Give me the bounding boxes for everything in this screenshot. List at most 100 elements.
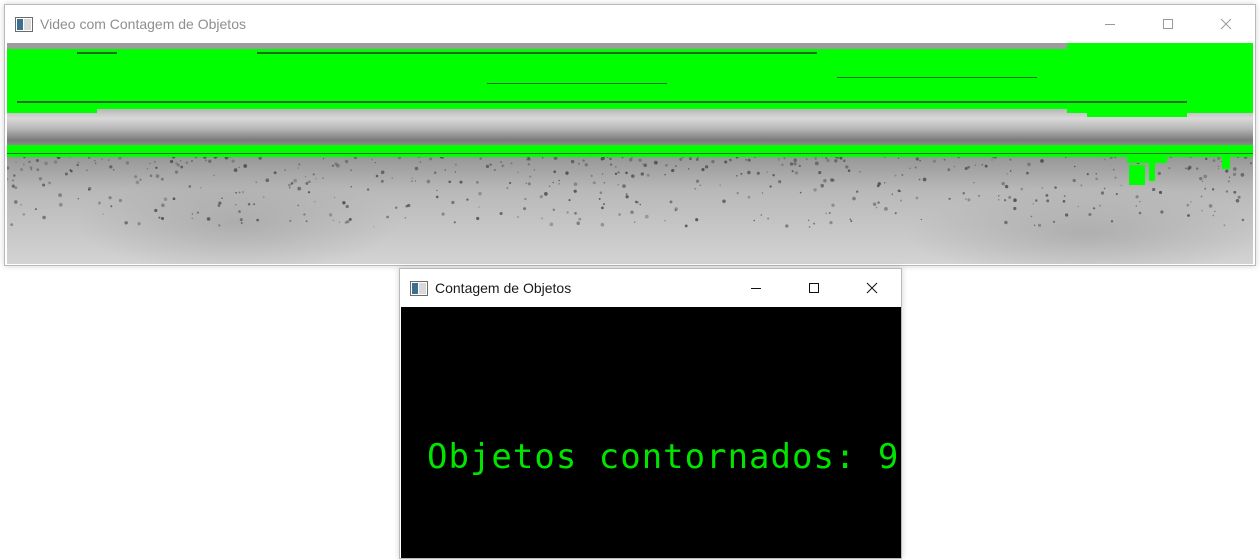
speckle xyxy=(900,199,902,202)
speckle xyxy=(769,185,772,188)
maximize-button[interactable] xyxy=(785,269,843,307)
speckle xyxy=(897,157,900,159)
speckle xyxy=(110,205,113,208)
speckle xyxy=(435,195,439,199)
speckle xyxy=(1200,195,1203,198)
speckle xyxy=(180,165,184,169)
speckle xyxy=(414,180,417,182)
speckle xyxy=(922,177,927,182)
speckle xyxy=(179,160,182,162)
speckle xyxy=(533,169,536,171)
speckle xyxy=(1201,209,1203,212)
speckle xyxy=(1138,211,1142,215)
speckle xyxy=(20,204,22,206)
speckle xyxy=(243,164,248,168)
speckle xyxy=(253,203,256,206)
speckle xyxy=(884,182,886,184)
speckle xyxy=(558,179,560,182)
speckle xyxy=(894,212,897,215)
speckle xyxy=(509,181,512,185)
speckle xyxy=(1006,173,1008,175)
speckle xyxy=(453,221,456,224)
speckle xyxy=(506,186,509,190)
speckle xyxy=(978,195,980,197)
speckle xyxy=(273,171,277,175)
speckle xyxy=(824,156,828,160)
speckle xyxy=(500,160,503,164)
video-window-titlebar[interactable]: Video com Contagem de Objetos xyxy=(5,5,1255,43)
speckle xyxy=(915,196,919,200)
speckle xyxy=(1013,198,1017,202)
speckle xyxy=(625,193,628,196)
speckle xyxy=(240,222,243,224)
minimize-button[interactable] xyxy=(1081,5,1139,43)
maximize-button[interactable] xyxy=(1139,5,1197,43)
speckle xyxy=(1041,187,1043,189)
close-button[interactable] xyxy=(1197,5,1255,43)
speckle xyxy=(932,159,936,163)
speckle xyxy=(297,167,299,169)
speckle xyxy=(967,198,971,202)
count-canvas: Objetos contornados: 9 xyxy=(401,307,901,558)
speckle xyxy=(625,171,628,175)
speckle xyxy=(1249,162,1253,165)
speckle xyxy=(948,197,951,200)
speckle xyxy=(1103,158,1106,161)
speckle xyxy=(794,171,799,175)
speckle xyxy=(859,170,861,173)
speckle xyxy=(454,171,457,173)
speckle xyxy=(336,163,340,168)
speckle xyxy=(747,170,751,175)
video-frame-image xyxy=(7,43,1253,264)
speckle xyxy=(58,193,62,197)
speckle xyxy=(1045,193,1049,197)
speckle xyxy=(411,180,413,182)
speckle xyxy=(313,200,316,203)
speckle xyxy=(10,223,14,227)
speckle xyxy=(1003,198,1007,202)
speckle xyxy=(600,222,605,227)
speckle xyxy=(11,184,15,188)
speckle xyxy=(643,163,647,167)
speckle xyxy=(419,161,422,163)
speckle xyxy=(1220,160,1223,163)
speckle xyxy=(204,159,207,162)
speckle xyxy=(953,165,956,168)
speckle xyxy=(789,162,794,166)
speckle xyxy=(529,175,532,178)
speckle xyxy=(338,221,340,223)
speckle xyxy=(914,166,917,169)
speckle xyxy=(639,203,641,206)
speckle xyxy=(825,212,828,215)
speckle xyxy=(499,211,503,216)
speckle xyxy=(333,196,336,199)
speckle xyxy=(206,217,211,221)
speckle xyxy=(154,208,158,213)
speckle xyxy=(404,216,407,219)
speckle xyxy=(15,161,17,163)
speckle xyxy=(736,175,738,177)
speckle xyxy=(1009,158,1012,161)
speckle xyxy=(772,174,775,177)
speckle xyxy=(380,170,385,175)
count-window-titlebar[interactable]: Contagem de Objetos xyxy=(400,269,901,307)
speckle xyxy=(112,169,115,171)
speckle xyxy=(884,207,888,211)
speckle xyxy=(118,198,122,203)
speckle xyxy=(53,160,58,164)
speckle xyxy=(767,217,769,220)
speckle xyxy=(238,191,241,194)
speckle xyxy=(947,168,951,172)
minimize-button[interactable] xyxy=(727,269,785,307)
speckle xyxy=(808,226,811,228)
speckle xyxy=(289,219,292,222)
speckle xyxy=(622,184,626,188)
speckle xyxy=(30,168,33,171)
speckle xyxy=(609,163,613,166)
speckle xyxy=(98,201,101,205)
speckle xyxy=(553,170,556,173)
close-button[interactable] xyxy=(843,269,901,307)
speckle xyxy=(1232,172,1237,177)
speckle xyxy=(213,174,215,177)
speckle xyxy=(124,221,128,225)
